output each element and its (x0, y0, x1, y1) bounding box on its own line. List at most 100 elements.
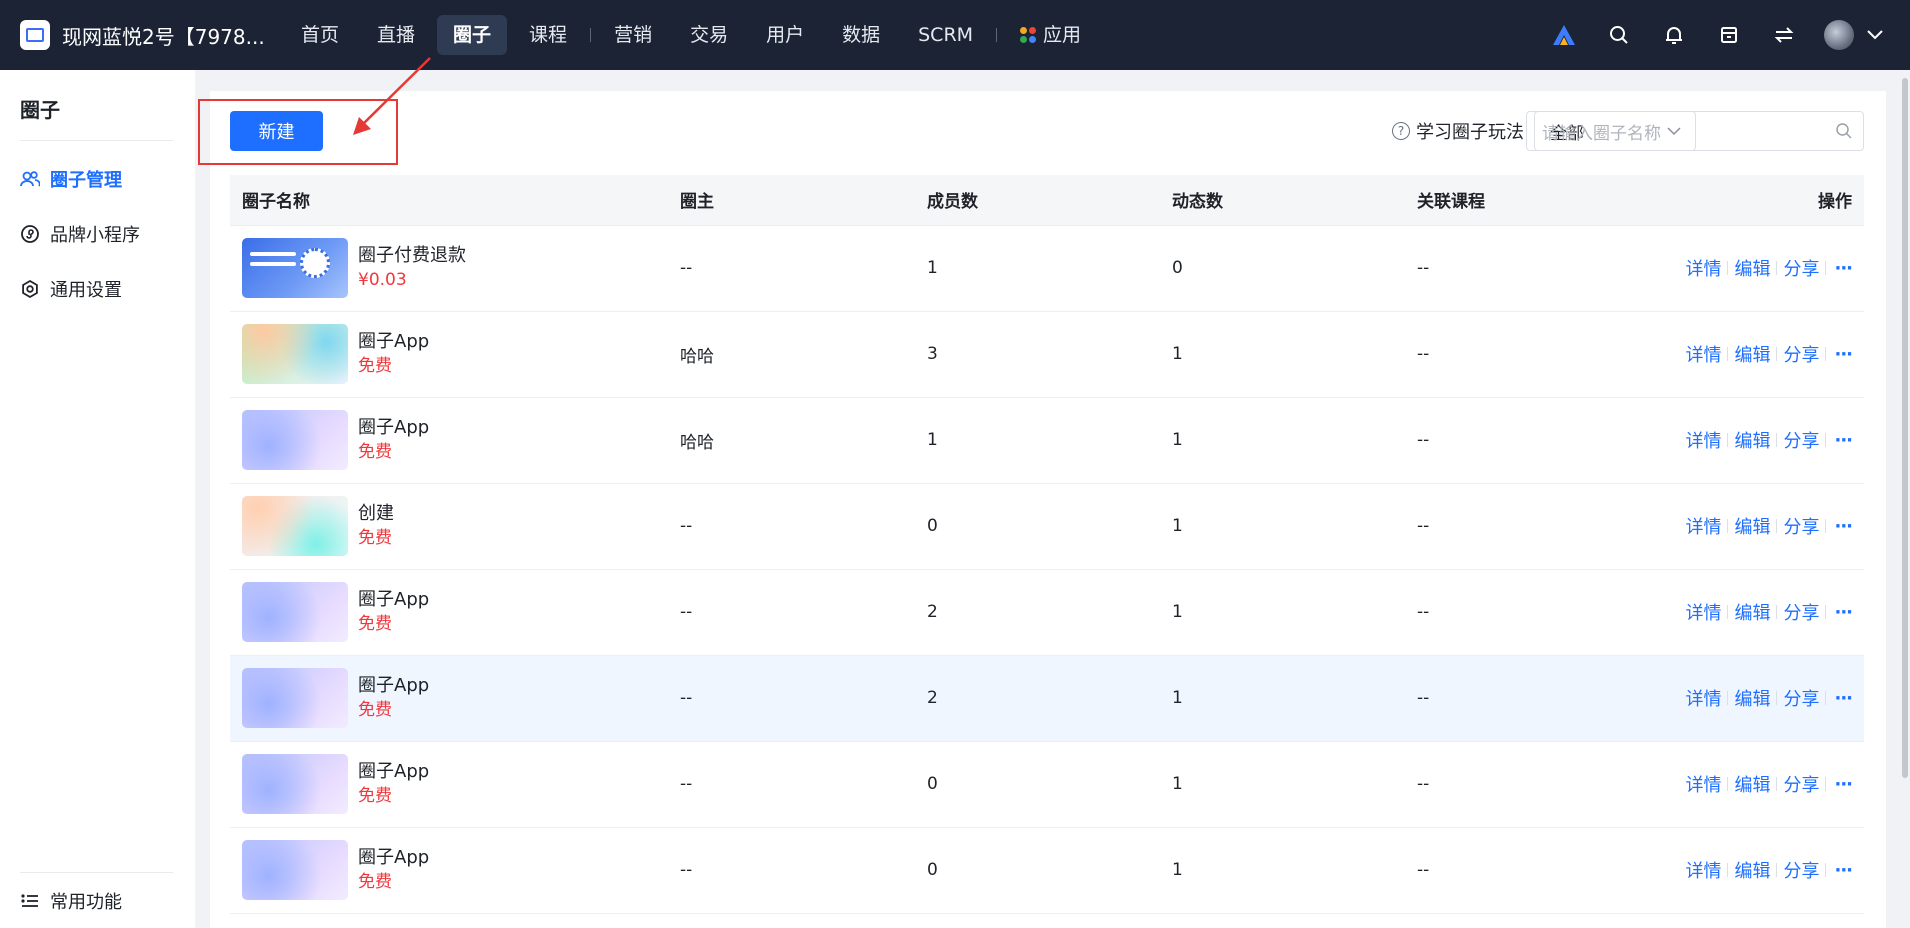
nav-home[interactable]: 首页 (285, 15, 355, 55)
new-circle-button[interactable]: 新建 (230, 111, 323, 151)
sidebar-item-brand-mini-program[interactable]: 品牌小程序 (0, 206, 195, 261)
share-link[interactable]: 分享 (1783, 427, 1819, 453)
edit-link[interactable]: 编辑 (1734, 771, 1770, 797)
circle-name-cell: 圈子App 免费 (230, 311, 680, 398)
row-actions: 详情 编辑 分享 ··· (1685, 771, 1852, 797)
share-link[interactable]: 分享 (1783, 255, 1819, 281)
row-actions: 详情 编辑 分享 ··· (1685, 599, 1852, 625)
share-link[interactable]: 分享 (1783, 341, 1819, 367)
circle-name[interactable]: 圈子App (358, 846, 429, 870)
edit-link[interactable]: 编辑 (1734, 255, 1770, 281)
nav-live[interactable]: 直播 (361, 15, 431, 55)
action-divider (1776, 863, 1778, 877)
edit-link[interactable]: 编辑 (1734, 599, 1770, 625)
bell-icon[interactable] (1659, 20, 1689, 50)
action-divider (1825, 347, 1827, 361)
edit-link[interactable]: 编辑 (1734, 685, 1770, 711)
circle-info: 圈子App 免费 (358, 760, 429, 808)
avatar[interactable] (1824, 20, 1854, 50)
page-scrollbar[interactable] (1900, 70, 1910, 928)
action-divider (1727, 519, 1729, 533)
learn-circle-link[interactable]: ? 学习圈子玩法 (1392, 111, 1524, 151)
nav-data[interactable]: 数据 (826, 15, 896, 55)
sidebar-item-common-functions[interactable]: 常用功能 (0, 873, 195, 928)
sidebar-item-general-settings[interactable]: 通用设置 (0, 261, 195, 316)
more-icon[interactable]: ··· (1834, 258, 1852, 279)
detail-link[interactable]: 详情 (1685, 427, 1721, 453)
circle-search-input[interactable]: 请输入圈子名称 (1526, 111, 1864, 151)
circle-cover-image[interactable] (242, 238, 348, 298)
members-cell: 1 (927, 225, 1172, 312)
circle-cover-image[interactable] (242, 840, 348, 900)
store-name: 现网蓝悦2号【7978... (62, 24, 265, 49)
circle-cover-image[interactable] (242, 496, 348, 556)
edit-link[interactable]: 编辑 (1734, 427, 1770, 453)
store-switcher[interactable]: 现网蓝悦2号【7978... (20, 20, 270, 50)
share-link[interactable]: 分享 (1783, 771, 1819, 797)
detail-link[interactable]: 详情 (1685, 255, 1721, 281)
chevron-down-icon[interactable] (1860, 20, 1890, 50)
detail-link[interactable]: 详情 (1685, 857, 1721, 883)
circle-name[interactable]: 圈子App (358, 416, 429, 440)
more-icon[interactable]: ··· (1834, 688, 1852, 709)
action-divider (1776, 605, 1778, 619)
nav-apps[interactable]: 应用 (1004, 15, 1097, 55)
circle-price: ¥0.03 (358, 270, 407, 290)
linked-course-cell: -- (1417, 483, 1677, 570)
members-cell: 0 (927, 741, 1172, 828)
circle-name[interactable]: 圈子App (358, 588, 429, 612)
ai-logo-icon[interactable] (1549, 20, 1579, 50)
sidebar-title: 圈子 (20, 98, 60, 122)
switch-icon[interactable] (1769, 20, 1799, 50)
circle-name[interactable]: 圈子App (358, 760, 429, 784)
nav-divider (590, 28, 592, 42)
nav-scrm[interactable]: SCRM (902, 15, 989, 55)
circle-cover-image[interactable] (242, 410, 348, 470)
circle-name-wrap: 创建 免费 (242, 496, 680, 556)
more-icon[interactable]: ··· (1834, 602, 1852, 623)
edit-link[interactable]: 编辑 (1734, 857, 1770, 883)
more-icon[interactable]: ··· (1834, 430, 1852, 451)
edit-link[interactable]: 编辑 (1734, 513, 1770, 539)
action-divider (1825, 433, 1827, 447)
detail-link[interactable]: 详情 (1685, 771, 1721, 797)
nav-circle[interactable]: 圈子 (437, 15, 508, 55)
share-link[interactable]: 分享 (1783, 685, 1819, 711)
table-row: 圈子App 免费 -- 2 1 -- 详情 编辑 分享 ··· (230, 655, 1864, 742)
store-icon[interactable] (1714, 20, 1744, 50)
nav-apps-label: 应用 (1043, 24, 1082, 46)
circle-info: 圈子App 免费 (358, 330, 429, 378)
nav-marketing[interactable]: 营销 (598, 15, 668, 55)
share-link[interactable]: 分享 (1783, 513, 1819, 539)
share-link[interactable]: 分享 (1783, 857, 1819, 883)
more-icon[interactable]: ··· (1834, 516, 1852, 537)
circle-name[interactable]: 创建 (358, 502, 394, 526)
nav-users[interactable]: 用户 (750, 15, 820, 55)
circle-name[interactable]: 圈子App (358, 330, 429, 354)
circle-info: 圈子App 免费 (358, 846, 429, 894)
nav-course[interactable]: 课程 (513, 15, 583, 55)
circle-cover-image[interactable] (242, 668, 348, 728)
sidebar-item-circle-management[interactable]: 圈子管理 (0, 151, 195, 206)
actions-cell: 详情 编辑 分享 ··· (1677, 741, 1864, 828)
col-posts: 动态数 (1172, 175, 1417, 226)
col-actions: 操作 (1677, 175, 1864, 226)
share-link[interactable]: 分享 (1783, 599, 1819, 625)
detail-link[interactable]: 详情 (1685, 599, 1721, 625)
circle-name[interactable]: 圈子付费退款 (358, 244, 466, 268)
top-right-tools (1524, 0, 1890, 70)
detail-link[interactable]: 详情 (1685, 341, 1721, 367)
more-icon[interactable]: ··· (1834, 344, 1852, 365)
circle-name[interactable]: 圈子App (358, 674, 429, 698)
detail-link[interactable]: 详情 (1685, 685, 1721, 711)
circle-cover-image[interactable] (242, 754, 348, 814)
circle-price: 免费 (358, 356, 392, 376)
nav-trade[interactable]: 交易 (674, 15, 744, 55)
more-icon[interactable]: ··· (1834, 774, 1852, 795)
circle-cover-image[interactable] (242, 582, 348, 642)
circle-cover-image[interactable] (242, 324, 348, 384)
detail-link[interactable]: 详情 (1685, 513, 1721, 539)
search-icon[interactable] (1604, 20, 1634, 50)
edit-link[interactable]: 编辑 (1734, 341, 1770, 367)
more-icon[interactable]: ··· (1834, 860, 1852, 881)
